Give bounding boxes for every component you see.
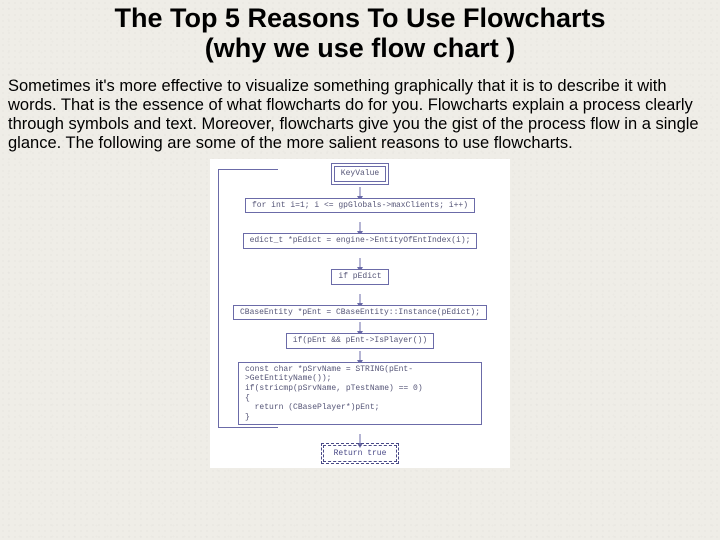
- flowchart-node-start: KeyValue: [334, 166, 386, 182]
- flowchart-node-assign-edict: edict_t *pEdict = engine->EntityOfEntInd…: [243, 233, 478, 249]
- page-title: The Top 5 Reasons To Use Flowcharts: [8, 4, 712, 34]
- flowchart: KeyValue for int i=1; i <= gpGlobals->ma…: [216, 163, 504, 462]
- flowchart-node-instance: CBaseEntity *pEnt = CBaseEntity::Instanc…: [233, 305, 487, 321]
- flowchart-node-if-edict: if pEdict: [331, 269, 388, 285]
- flowchart-node-body: const char *pSrvName = STRING(pEnt->GetE…: [238, 362, 482, 426]
- flowchart-figure: KeyValue for int i=1; i <= gpGlobals->ma…: [210, 159, 510, 468]
- flowchart-node-end: Return true: [323, 445, 398, 462]
- flowchart-node-loop-header: for int i=1; i <= gpGlobals->maxClients;…: [245, 198, 475, 214]
- loop-back-edge: [218, 169, 219, 428]
- body-paragraph: Sometimes it's more effective to visuali…: [8, 77, 712, 153]
- flowchart-node-if-player: if(pEnt && pEnt->IsPlayer()): [286, 333, 434, 349]
- slide: The Top 5 Reasons To Use Flowcharts (why…: [0, 0, 720, 540]
- page-subtitle: (why we use flow chart ): [8, 34, 712, 64]
